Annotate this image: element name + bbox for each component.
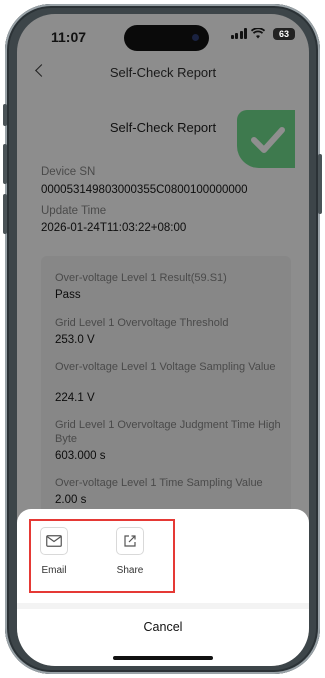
result-item-value: Pass (55, 289, 81, 301)
share-action[interactable]: Share (108, 527, 152, 576)
result-item-value: 2.00 s (55, 494, 87, 506)
cancel-button[interactable]: Cancel (17, 609, 309, 645)
navigation-bar: Self-Check Report (17, 56, 309, 90)
volume-up-button (3, 144, 7, 184)
result-item-value: 224.1 V (55, 392, 95, 404)
home-indicator (113, 656, 213, 660)
battery-icon: 63 (273, 28, 295, 40)
share-icon (116, 527, 144, 555)
signal-icon (230, 28, 247, 39)
volume-down-button (3, 194, 7, 234)
power-button (318, 154, 322, 214)
result-item-label: Over-voltage Level 1 Time Sampling Value (55, 477, 263, 489)
device-sn-label: Device SN (41, 166, 96, 178)
result-item-label: Over-voltage Level 1 Result(59.S1) (55, 272, 227, 284)
camera-dot (192, 34, 199, 41)
status-icons (230, 28, 265, 39)
update-time-value: 2026-01-24T11:03:22+08:00 (41, 222, 187, 234)
phone-screen: 11:07 63 Self-Check Report Self-Check Re… (17, 14, 309, 666)
status-time: 11:07 (51, 29, 87, 45)
result-item-value: 603.000 s (55, 450, 106, 462)
share-action-label: Share (116, 565, 144, 576)
result-item-label: Grid Level 1 Overvoltage Threshold (55, 317, 229, 329)
wifi-icon (251, 28, 265, 39)
result-item-label: Grid Level 1 Overvoltage Judgment Time H… (55, 419, 281, 445)
check-badge-icon (237, 110, 295, 168)
page-title: Self-Check Report (109, 65, 217, 80)
email-action[interactable]: Email (32, 527, 76, 576)
result-item-value: 253.0 V (55, 334, 95, 346)
dynamic-island (124, 25, 209, 51)
mail-icon (40, 527, 68, 555)
status-bar: 11:07 63 (17, 14, 309, 56)
email-action-label: Email (41, 565, 67, 576)
share-sheet: Email Share Cancel (17, 509, 309, 666)
action-button (3, 104, 7, 126)
device-sn-value: 000053149803000355C0800100000000 (41, 184, 248, 196)
result-item-label: Over-voltage Level 1 Voltage Sampling Va… (55, 361, 276, 373)
update-time-label: Update Time (41, 205, 107, 217)
